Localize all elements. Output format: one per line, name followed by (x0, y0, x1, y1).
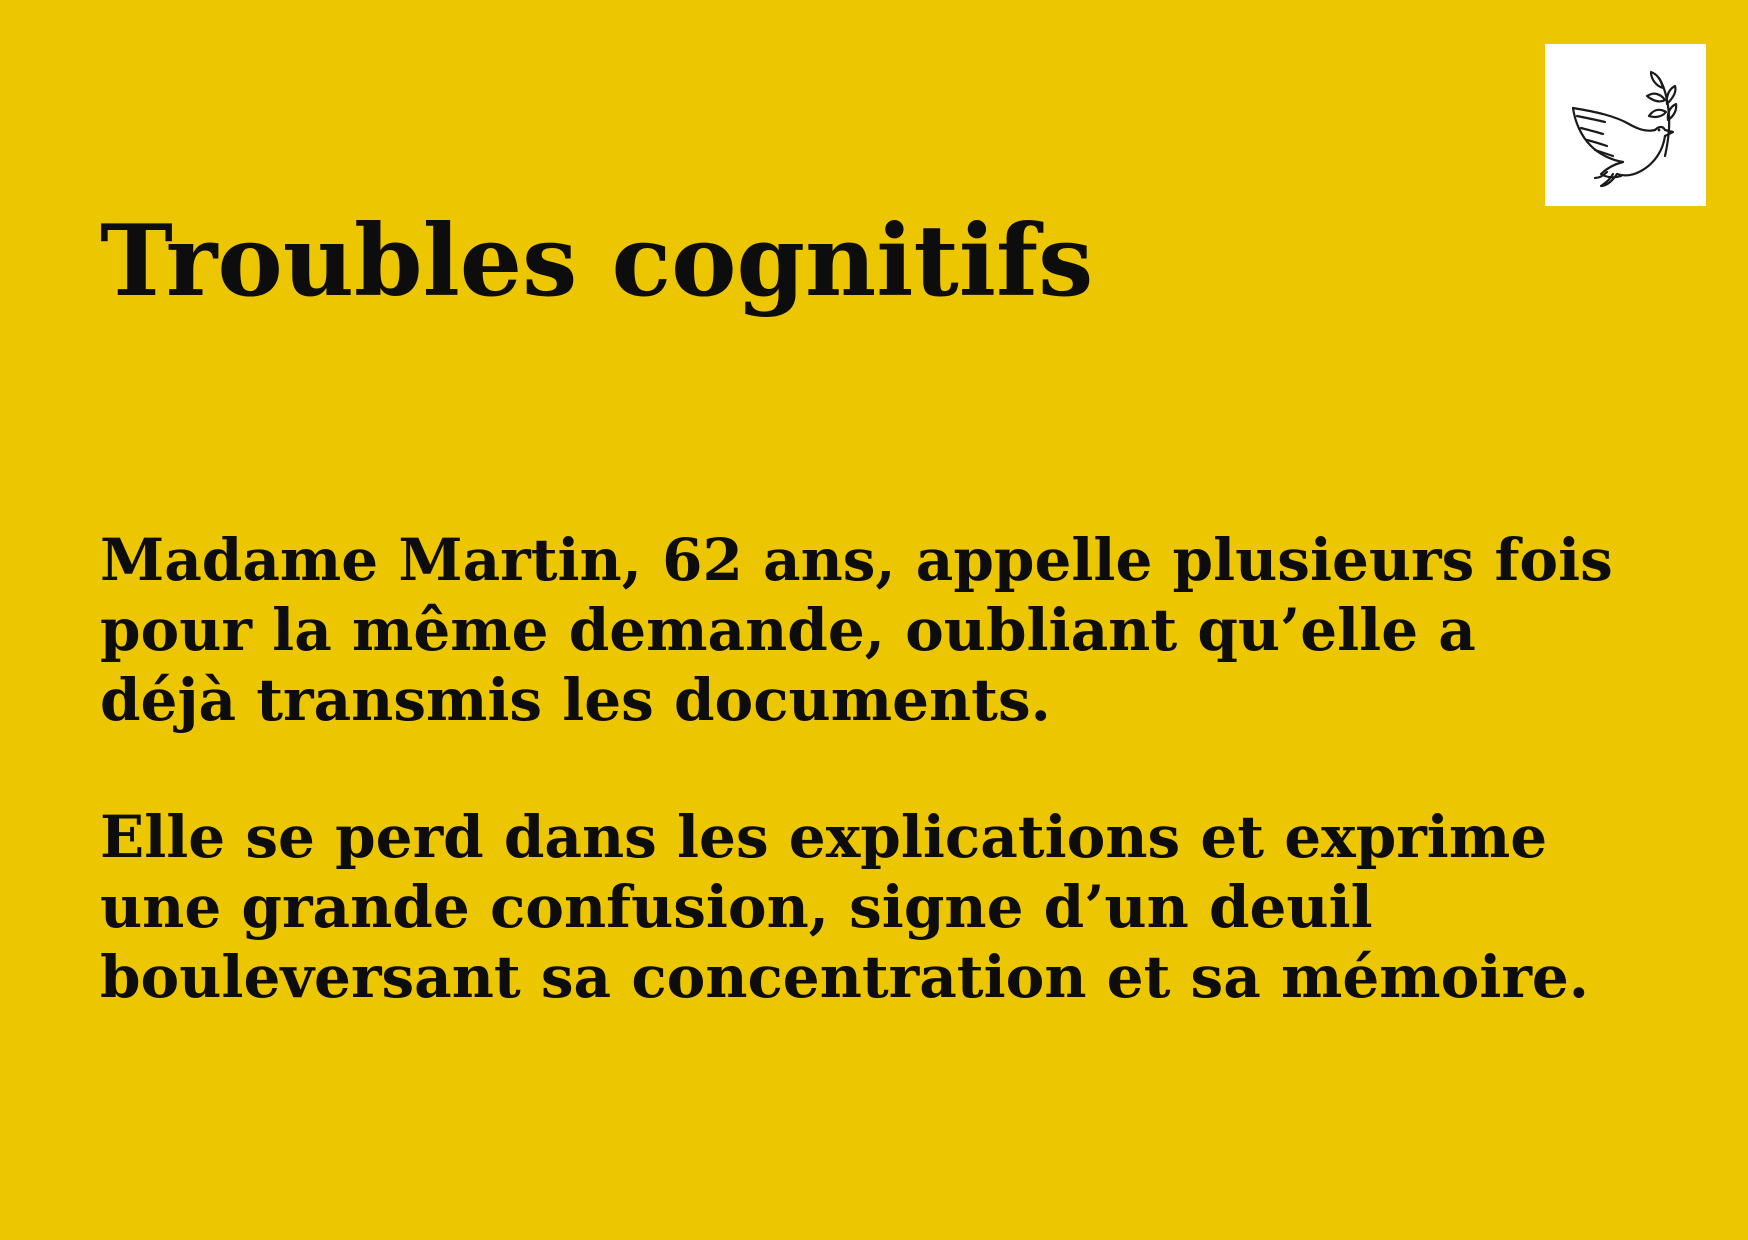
paragraph-1: Madame Martin, 62 ans, appelle plusieurs… (100, 526, 1613, 734)
logo (1545, 44, 1706, 206)
dove-icon (1571, 70, 1678, 188)
info-card: Troubles cognitifs Madame Martin, 62 ans… (0, 0, 1748, 1240)
card-title: Troubles cognitifs (100, 204, 1094, 319)
paragraph-2: Elle se perd dans les explications et ex… (100, 803, 1589, 1011)
